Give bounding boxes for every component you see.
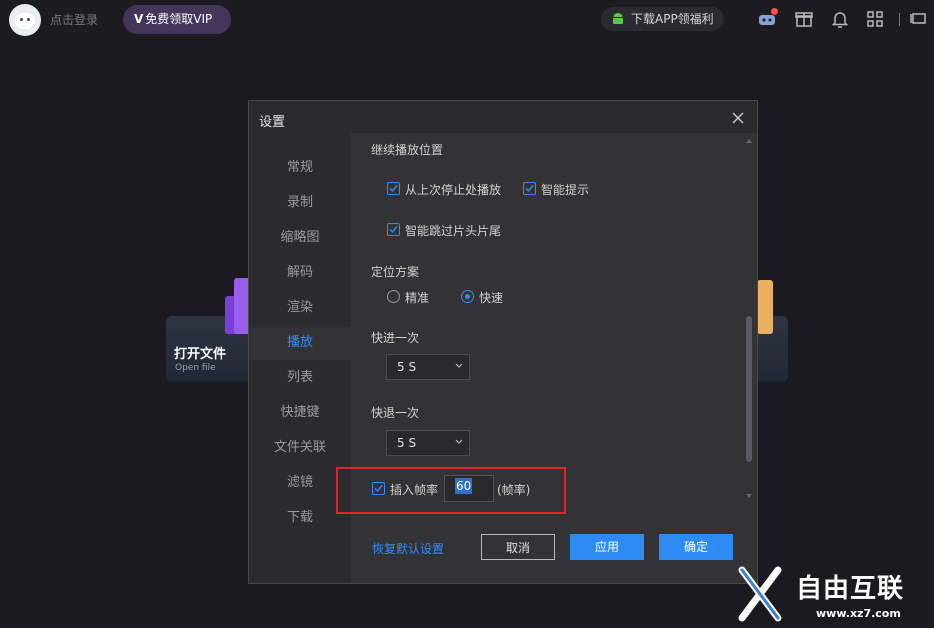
top-bar: 点击登录 V 免费领取VIP 下载APP领福利: [0, 0, 934, 42]
highlight-box: [336, 467, 566, 514]
open-file-title: 打开文件: [174, 347, 227, 362]
fast-radio-label: 快速: [479, 291, 504, 305]
chevron-down-icon: [455, 363, 463, 368]
nav-item-general[interactable]: 常规: [249, 151, 351, 185]
fast-radio[interactable]: [461, 290, 474, 303]
restore-defaults-link[interactable]: 恢复默认设置: [372, 540, 444, 557]
resume-checkbox[interactable]: [387, 182, 400, 195]
dialog-header: 设置: [249, 101, 757, 133]
smart-hint-label: 智能提示: [541, 183, 590, 197]
nav-item-record[interactable]: 录制: [249, 186, 351, 220]
settings-sidebar: 常规 录制 缩略图 解码 渲染 播放 列表 快捷键 文件关联 滤镜 下载: [249, 133, 351, 583]
open-file-subtitle: Open file: [175, 363, 216, 373]
fast-forward-select[interactable]: 5 S: [386, 354, 470, 380]
login-link[interactable]: 点击登录: [50, 11, 98, 28]
apply-button[interactable]: 应用: [570, 534, 644, 560]
rewind-select[interactable]: 5 S: [386, 430, 470, 456]
nav-item-render[interactable]: 渲染: [249, 291, 351, 325]
nav-item-file-association[interactable]: 文件关联: [249, 431, 351, 465]
notification-dot: [771, 8, 778, 15]
bell-icon[interactable]: [830, 9, 850, 29]
section-rewind: 快退一次: [371, 406, 420, 420]
toolbar-divider: [899, 13, 900, 26]
nav-item-thumbnail[interactable]: 缩略图: [249, 221, 351, 255]
cancel-button[interactable]: 取消: [481, 534, 555, 560]
section-locate-scheme: 定位方案: [371, 265, 420, 279]
precise-radio[interactable]: [387, 290, 400, 303]
android-icon: [613, 13, 623, 24]
nav-item-decode[interactable]: 解码: [249, 256, 351, 290]
resume-checkbox-label: 从上次停止处播放: [405, 183, 502, 197]
vip-label: 免费领取VIP: [145, 12, 213, 26]
skip-intro-label: 智能跳过片头片尾: [405, 224, 502, 238]
dialog-title: 设置: [259, 115, 286, 130]
scroll-up-arrow[interactable]: [746, 139, 752, 143]
vip-icon: V: [134, 12, 144, 26]
avatar[interactable]: [9, 4, 41, 36]
watermark-brand: 自由互联: [796, 574, 905, 604]
close-icon[interactable]: [731, 111, 745, 125]
scroll-down-arrow[interactable]: [746, 494, 752, 498]
vip-button[interactable]: V 免费领取VIP: [123, 5, 231, 34]
chevron-down-icon: [455, 439, 463, 444]
ok-button[interactable]: 确定: [659, 534, 733, 560]
download-app-button[interactable]: 下载APP领福利: [601, 7, 724, 31]
watermark-url: www.xz7.com: [816, 607, 901, 620]
gift-icon[interactable]: [794, 9, 814, 29]
section-fast-forward: 快进一次: [371, 331, 420, 345]
skip-intro-checkbox[interactable]: [387, 223, 400, 236]
download-app-label: 下载APP领福利: [631, 12, 714, 26]
nav-item-list[interactable]: 列表: [249, 361, 351, 395]
rewind-value: 5 S: [397, 436, 417, 450]
scrollbar-thumb[interactable]: [746, 316, 752, 462]
mini-mode-icon[interactable]: [909, 9, 929, 29]
smart-hint-checkbox[interactable]: [523, 182, 536, 195]
section-resume-position: 继续播放位置: [371, 143, 444, 157]
nav-item-playback[interactable]: 播放: [249, 326, 351, 360]
nav-item-shortcuts[interactable]: 快捷键: [249, 396, 351, 430]
folder-icon: [757, 280, 773, 334]
fast-forward-value: 5 S: [397, 360, 417, 374]
grid-menu-icon[interactable]: [865, 9, 885, 29]
precise-radio-label: 精准: [405, 291, 430, 305]
